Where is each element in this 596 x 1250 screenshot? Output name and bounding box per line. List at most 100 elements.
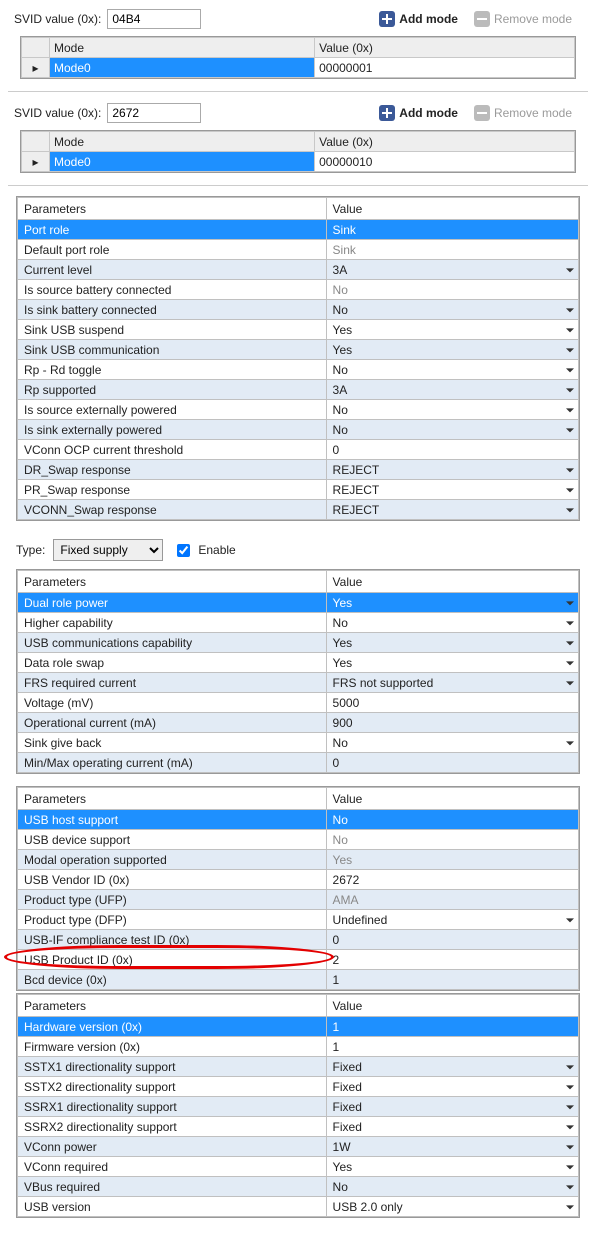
value-cell[interactable]: No — [326, 280, 578, 300]
value-cell[interactable]: 0 — [326, 753, 578, 773]
param-cell: USB-IF compliance test ID (0x) — [18, 930, 327, 950]
param-cell: Data role swap — [18, 653, 327, 673]
value-cell[interactable]: Fixed — [326, 1117, 578, 1137]
value-cell[interactable]: 0 — [326, 440, 578, 460]
param-cell: DR_Swap response — [18, 460, 327, 480]
add-mode-label: Add mode — [399, 12, 458, 26]
param-table-hw[interactable]: Parameters Value Hardware version (0x)1F… — [17, 994, 579, 1217]
col-header-param: Parameters — [18, 995, 327, 1017]
value-cell[interactable]: AMA — [326, 890, 578, 910]
mode-value-cell[interactable]: 00000001 — [315, 58, 575, 78]
value-cell[interactable]: 1 — [326, 1037, 578, 1057]
row-selector[interactable]: ▸ — [22, 58, 50, 78]
type-select[interactable]: Fixed supply — [53, 539, 163, 561]
param-table-supply[interactable]: Parameters Value Dual role powerYesHighe… — [17, 570, 579, 773]
value-cell[interactable]: 5000 — [326, 693, 578, 713]
svid-input[interactable] — [107, 9, 201, 29]
remove-mode-label: Remove mode — [494, 12, 572, 26]
remove-mode-button[interactable]: Remove mode — [466, 8, 580, 30]
enable-label: Enable — [198, 543, 235, 557]
value-cell[interactable]: 0 — [326, 930, 578, 950]
value-cell[interactable]: 3A — [326, 260, 578, 280]
value-cell[interactable]: No — [326, 300, 578, 320]
value-cell[interactable]: 3A — [326, 380, 578, 400]
value-cell[interactable]: Yes — [326, 320, 578, 340]
remove-mode-label: Remove mode — [494, 106, 572, 120]
value-cell[interactable]: 1W — [326, 1137, 578, 1157]
value-cell[interactable]: REJECT — [326, 460, 578, 480]
param-cell: Default port role — [18, 240, 327, 260]
param-cell: Bcd device (0x) — [18, 970, 327, 990]
param-cell: Is sink externally powered — [18, 420, 327, 440]
param-cell: Hardware version (0x) — [18, 1017, 327, 1037]
value-cell[interactable]: Sink — [326, 220, 578, 240]
param-cell: Product type (UFP) — [18, 890, 327, 910]
svid-input[interactable] — [107, 103, 201, 123]
param-cell: Sink USB suspend — [18, 320, 327, 340]
section-divider — [8, 185, 588, 186]
param-cell: VConn power — [18, 1137, 327, 1157]
value-cell[interactable]: 1 — [326, 970, 578, 990]
param-cell: VConn OCP current threshold — [18, 440, 327, 460]
enable-checkbox[interactable] — [177, 544, 190, 557]
add-mode-button[interactable]: Add mode — [371, 102, 466, 124]
value-cell[interactable]: No — [326, 733, 578, 753]
mode-col-header: Mode — [50, 132, 315, 152]
value-cell[interactable]: 900 — [326, 713, 578, 733]
value-cell[interactable]: No — [326, 420, 578, 440]
param-cell: VConn required — [18, 1157, 327, 1177]
param-cell: VCONN_Swap response — [18, 500, 327, 520]
value-cell[interactable]: No — [326, 400, 578, 420]
col-header-param: Parameters — [18, 788, 327, 810]
param-table-port[interactable]: Parameters Value Port roleSinkDefault po… — [17, 197, 579, 520]
plus-icon — [379, 105, 395, 121]
value-cell[interactable]: Sink — [326, 240, 578, 260]
mode-table[interactable]: Mode Value (0x) ▸ Mode0 00000010 — [21, 131, 575, 172]
param-cell: Modal operation supported — [18, 850, 327, 870]
param-cell: USB Vendor ID (0x) — [18, 870, 327, 890]
add-mode-button[interactable]: Add mode — [371, 8, 466, 30]
value-cell[interactable]: Yes — [326, 633, 578, 653]
remove-mode-button[interactable]: Remove mode — [466, 102, 580, 124]
param-cell: Is sink battery connected — [18, 300, 327, 320]
param-cell: Sink give back — [18, 733, 327, 753]
value-cell[interactable]: 2 — [326, 950, 578, 970]
value-cell[interactable]: Fixed — [326, 1057, 578, 1077]
value-cell[interactable]: Yes — [326, 340, 578, 360]
value-cell[interactable]: No — [326, 613, 578, 633]
value-cell[interactable]: Fixed — [326, 1097, 578, 1117]
param-cell: Firmware version (0x) — [18, 1037, 327, 1057]
param-table-usb[interactable]: Parameters Value USB host supportNoUSB d… — [17, 787, 579, 990]
mode-name-cell[interactable]: Mode0 — [50, 152, 315, 172]
value-cell[interactable]: Yes — [326, 1157, 578, 1177]
value-cell[interactable]: Yes — [326, 850, 578, 870]
mode-value-cell[interactable]: 00000010 — [315, 152, 575, 172]
value-cell[interactable]: Yes — [326, 593, 578, 613]
value-cell[interactable]: Yes — [326, 653, 578, 673]
value-cell[interactable]: No — [326, 830, 578, 850]
value-cell[interactable]: No — [326, 810, 578, 830]
param-cell: PR_Swap response — [18, 480, 327, 500]
row-selector[interactable]: ▸ — [22, 152, 50, 172]
param-cell: Is source externally powered — [18, 400, 327, 420]
section-divider — [8, 91, 588, 92]
value-cell[interactable]: REJECT — [326, 500, 578, 520]
value-cell[interactable]: USB 2.0 only — [326, 1197, 578, 1217]
value-col-header: Value (0x) — [315, 38, 575, 58]
param-cell: SSTX2 directionality support — [18, 1077, 327, 1097]
mode-table[interactable]: Mode Value (0x) ▸ Mode0 00000001 — [21, 37, 575, 78]
value-cell[interactable]: FRS not supported — [326, 673, 578, 693]
value-cell[interactable]: 2672 — [326, 870, 578, 890]
param-cell: Product type (DFP) — [18, 910, 327, 930]
value-cell[interactable]: REJECT — [326, 480, 578, 500]
value-cell[interactable]: Fixed — [326, 1077, 578, 1097]
value-cell[interactable]: 1 — [326, 1017, 578, 1037]
value-cell[interactable]: Undefined — [326, 910, 578, 930]
value-cell[interactable]: No — [326, 360, 578, 380]
mode-name-cell[interactable]: Mode0 — [50, 58, 315, 78]
value-cell[interactable]: No — [326, 1177, 578, 1197]
col-header-value: Value — [326, 995, 578, 1017]
param-cell: Dual role power — [18, 593, 327, 613]
param-cell: SSRX2 directionality support — [18, 1117, 327, 1137]
param-cell: Current level — [18, 260, 327, 280]
